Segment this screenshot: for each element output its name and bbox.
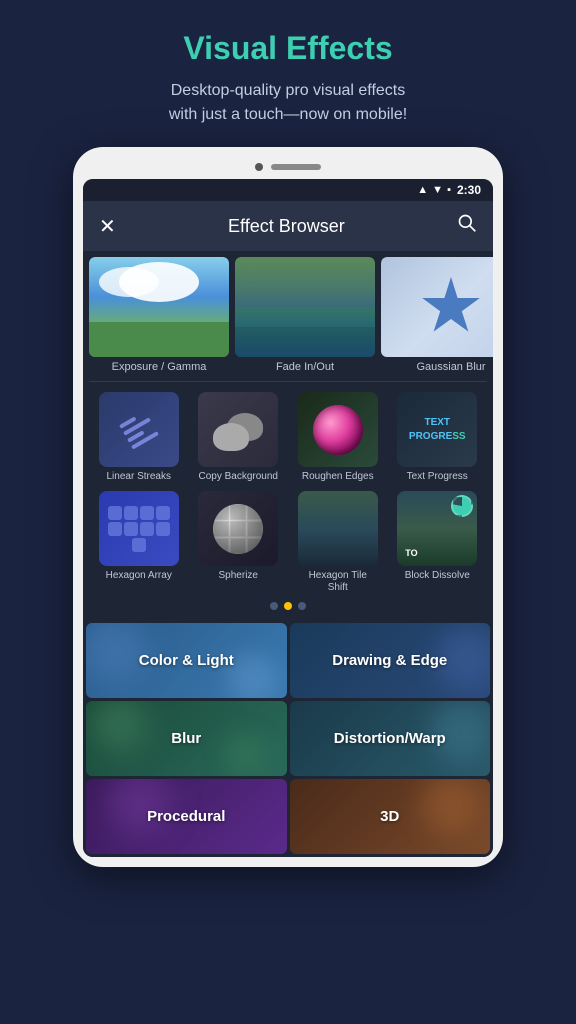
hex-dot — [108, 506, 122, 520]
phone-top-bar — [83, 163, 493, 171]
dot-1[interactable] — [270, 602, 278, 610]
pagination-dots — [93, 594, 483, 614]
effect-thumb-sky — [89, 257, 229, 357]
battery-icon: ▪ — [447, 184, 451, 196]
hex-dot — [140, 522, 154, 536]
thumb-hexarray — [99, 491, 179, 566]
effect-thumb-star — [381, 257, 493, 357]
hex-dot — [108, 522, 122, 536]
effect-item-copy[interactable]: Copy Background — [193, 392, 285, 483]
effect-item-hexarray[interactable]: Hexagon Array — [93, 491, 185, 594]
category-3d[interactable]: 3D — [290, 779, 491, 854]
thumb-text: TEXTPROGRESS — [397, 392, 477, 467]
hex-dot — [124, 522, 138, 536]
effect-item-linear[interactable]: Linear Streaks — [93, 392, 185, 483]
effect-label-linear: Linear Streaks — [107, 471, 171, 483]
copy-shapes-visual — [213, 405, 263, 455]
effect-label-text: Text Progress — [407, 471, 468, 483]
thumb-linear — [99, 392, 179, 467]
effect-thumb-lake — [235, 257, 375, 357]
effect-label-blockdissolve: Block Dissolve — [405, 570, 470, 582]
category-blur[interactable]: Blur — [86, 701, 287, 776]
dissolve-progress-circle — [451, 495, 473, 517]
header-section: Visual Effects Desktop-quality pro visua… — [0, 0, 576, 147]
app-bar-title: Effect Browser — [228, 216, 345, 237]
featured-effects-row: Exposure / Gamma Fade In/Out Gaussian Bl… — [83, 251, 493, 381]
effect-card-fade[interactable]: Fade In/Out — [235, 257, 375, 373]
phone-speaker — [271, 164, 321, 170]
category-distort[interactable]: Distortion/Warp — [290, 701, 491, 776]
text-progress-preview: TEXTPROGRESS — [409, 416, 466, 444]
copy-shape-front — [213, 423, 249, 451]
hex-dot — [132, 538, 146, 552]
effect-item-roughen[interactable]: Roughen Edges — [292, 392, 384, 483]
hex-dot — [124, 506, 138, 520]
effect-label-copy: Copy Background — [199, 471, 279, 483]
category-label-distort: Distortion/Warp — [334, 730, 446, 747]
category-label-proc: Procedural — [147, 808, 225, 825]
phone-camera — [255, 163, 263, 171]
dot-3[interactable] — [298, 602, 306, 610]
categories-section: Color & Light Drawing & Edge Blur Distor… — [83, 620, 493, 857]
effect-label-fade: Fade In/Out — [235, 361, 375, 373]
status-icons: ▲ ▼ ▪ — [417, 184, 451, 196]
signal-icon: ▲ — [417, 184, 428, 196]
page-title: Visual Effects — [40, 30, 536, 67]
effect-item-text[interactable]: TEXTPROGRESS Text Progress — [392, 392, 484, 483]
effect-item-hextile[interactable]: Hexagon TileShift — [292, 491, 384, 594]
thumb-hextile — [298, 491, 378, 566]
star-shape — [421, 277, 481, 337]
sphere-shape — [213, 504, 263, 554]
effect-card-exposure[interactable]: Exposure / Gamma — [89, 257, 229, 373]
hex-dot — [156, 522, 170, 536]
category-label-drawing: Drawing & Edge — [332, 652, 447, 669]
dot-2-active[interactable] — [284, 602, 292, 610]
effect-item-sphere[interactable]: Spherize — [193, 491, 285, 594]
effects-grid: Linear Streaks Copy Background — [93, 392, 483, 594]
page-subtitle: Desktop-quality pro visual effectswith j… — [40, 79, 536, 127]
category-label-3d: 3D — [380, 808, 399, 825]
wifi-icon: ▼ — [432, 184, 443, 196]
effects-grid-section: Linear Streaks Copy Background — [83, 382, 493, 620]
category-color-light[interactable]: Color & Light — [86, 623, 287, 698]
thumb-copy — [198, 392, 278, 467]
status-bar: ▲ ▼ ▪ 2:30 — [83, 179, 493, 201]
effect-card-gaussian[interactable]: Gaussian Blur — [381, 257, 493, 373]
thumb-roughen — [298, 392, 378, 467]
category-label-blur: Blur — [171, 730, 201, 747]
category-procedural[interactable]: Procedural — [86, 779, 287, 854]
search-button[interactable] — [457, 213, 477, 239]
dissolve-to-label: TO — [405, 548, 417, 558]
phone-mockup: ▲ ▼ ▪ 2:30 ✕ Effect Browser — [73, 147, 503, 867]
thumb-sphere — [198, 491, 278, 566]
hex-dot — [140, 506, 154, 520]
thumb-blockdissolve: TO — [397, 491, 477, 566]
effect-label-hextile: Hexagon TileShift — [309, 570, 367, 594]
app-bar: ✕ Effect Browser — [83, 201, 493, 251]
effect-item-blockdissolve[interactable]: TO Block Dissolve — [392, 491, 484, 594]
effect-label-exposure: Exposure / Gamma — [89, 361, 229, 373]
effect-label-hexarray: Hexagon Array — [106, 570, 172, 582]
effect-label-gaussian: Gaussian Blur — [381, 361, 493, 373]
roughen-ball — [313, 405, 363, 455]
hex-dot — [156, 506, 170, 520]
phone-screen: ▲ ▼ ▪ 2:30 ✕ Effect Browser — [83, 179, 493, 857]
effect-label-sphere: Spherize — [219, 570, 258, 582]
effect-label-roughen: Roughen Edges — [302, 471, 374, 483]
close-button[interactable]: ✕ — [99, 214, 116, 239]
category-drawing-edge[interactable]: Drawing & Edge — [290, 623, 491, 698]
status-time: 2:30 — [457, 183, 481, 197]
linear-streaks-visual — [119, 410, 159, 449]
category-label-light: Color & Light — [139, 652, 234, 669]
